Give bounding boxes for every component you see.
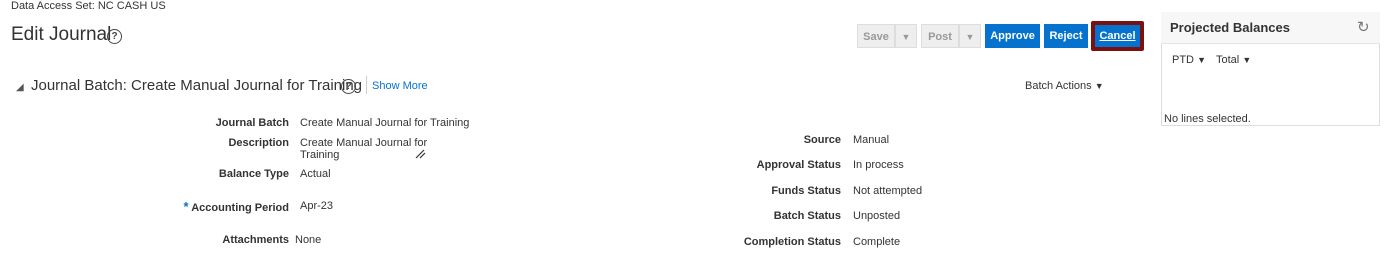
journal-batch-label: Journal Batch <box>215 117 289 129</box>
ptd-dropdown[interactable]: PTD ▼ <box>1172 54 1206 66</box>
chevron-down-icon: ▼ <box>1197 55 1206 65</box>
total-dropdown[interactable]: Total ▼ <box>1216 54 1251 66</box>
approval-status-value: In process <box>853 159 904 171</box>
batch-actions-menu[interactable]: Batch Actions ▼ <box>1025 80 1104 92</box>
accounting-period-label-text: Accounting Period <box>191 202 289 214</box>
show-more-link[interactable]: Show More <box>372 80 428 92</box>
page-title: Edit Journal <box>11 24 112 45</box>
completion-status-value: Complete <box>853 236 901 248</box>
ptd-label: PTD <box>1172 54 1194 66</box>
help-icon[interactable]: ? <box>107 29 122 44</box>
batch-status-value: Unposted <box>853 210 901 222</box>
description-label: Description <box>228 137 289 149</box>
chevron-down-icon: ▼ <box>1242 55 1252 65</box>
description-line-1: Create Manual Journal for <box>300 137 428 149</box>
chevron-down-icon: ▼ <box>1094 81 1104 91</box>
batch-status-label: Batch Status <box>773 210 841 222</box>
refresh-icon[interactable]: ↻ <box>1357 18 1370 36</box>
accounting-period-value: Apr-23 <box>300 200 334 212</box>
batch-actions-label: Batch Actions <box>1025 80 1092 92</box>
cancel-button[interactable]: Cancel <box>1095 25 1140 47</box>
accounting-period-label: * Accounting Period <box>150 199 290 214</box>
journal-batch-value: Create Manual Journal for Training <box>300 117 470 129</box>
help-icon[interactable]: ? <box>341 79 356 94</box>
attachments-label: Attachments <box>222 234 289 246</box>
panel-title: Projected Balances <box>1170 20 1290 35</box>
approve-button[interactable]: Approve <box>985 24 1040 48</box>
save-button[interactable]: Save <box>857 24 895 48</box>
required-indicator: * <box>183 199 189 214</box>
balance-type-value: Actual <box>300 168 331 180</box>
description-line-2: Training <box>300 149 340 161</box>
collapse-triangle-icon[interactable]: ◢ <box>16 82 24 93</box>
funds-status-label: Funds Status <box>771 185 841 197</box>
source-value: Manual <box>853 134 890 146</box>
resize-handle-icon[interactable] <box>414 149 426 159</box>
balance-type-label: Balance Type <box>218 168 289 180</box>
data-access-set: Data Access Set: NC CASH US <box>11 0 166 12</box>
attachments-value[interactable]: None <box>295 234 321 246</box>
chevron-down-icon: ▼ <box>965 32 975 42</box>
source-label: Source <box>803 134 841 146</box>
chevron-down-icon: ▼ <box>901 32 911 42</box>
post-button[interactable]: Post <box>921 24 959 48</box>
funds-status-value: Not attempted <box>853 185 923 197</box>
description-field[interactable]: Create Manual Journal for Training <box>300 137 427 161</box>
empty-message: No lines selected. <box>1164 113 1251 125</box>
post-menu-button[interactable]: ▼ <box>959 24 981 48</box>
completion-status-label: Completion Status <box>743 236 841 248</box>
reject-button[interactable]: Reject <box>1044 24 1088 48</box>
section-title: Journal Batch: Create Manual Journal for… <box>31 77 363 94</box>
approval-status-label: Approval Status <box>756 159 841 171</box>
divider <box>366 76 367 94</box>
total-label: Total <box>1216 54 1240 66</box>
save-menu-button[interactable]: ▼ <box>895 24 917 48</box>
